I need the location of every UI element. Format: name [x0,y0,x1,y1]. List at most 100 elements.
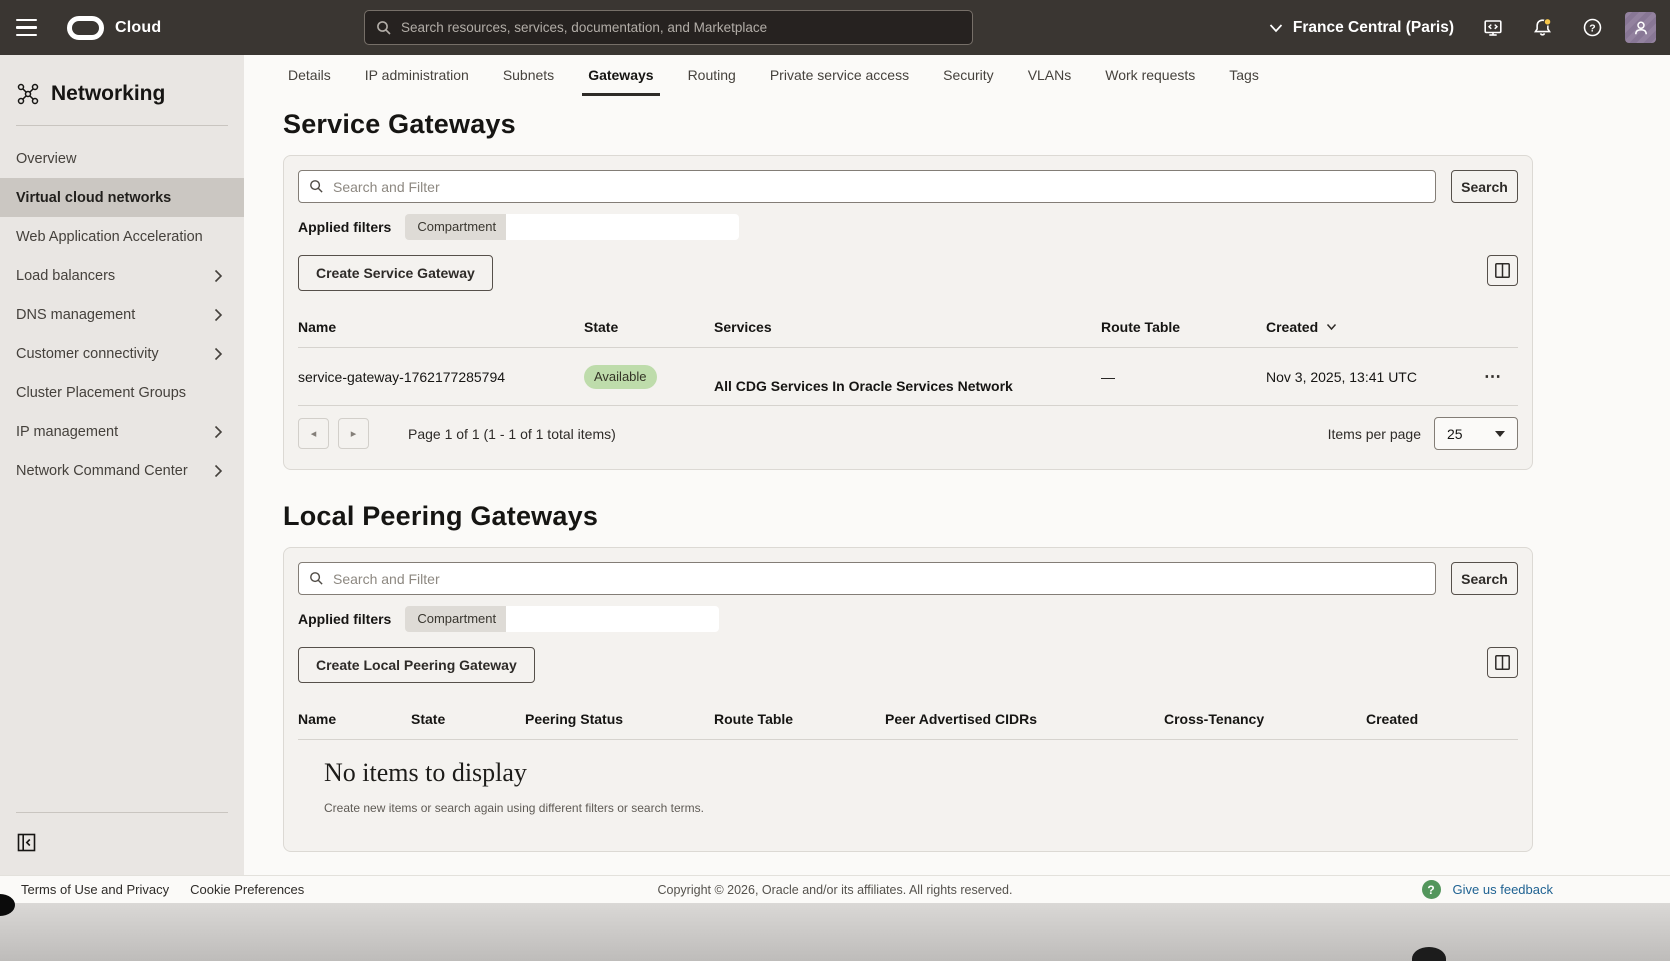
sidebar-item-load-balancers[interactable]: Load balancers [0,256,244,295]
cookie-preferences-link[interactable]: Cookie Preferences [190,882,304,897]
sidebar-item-ip-management[interactable]: IP management [0,412,244,451]
networking-icon [17,83,39,105]
sidebar-title: Networking [0,55,244,106]
region-label: France Central (Paris) [1293,19,1454,37]
global-search[interactable] [364,10,973,45]
sidebar-item-cluster-placement-groups[interactable]: Cluster Placement Groups [0,373,244,412]
sg-search-input[interactable] [333,179,1425,195]
collapse-sidebar-button[interactable] [16,832,37,853]
lpg-col-name: Name [298,711,411,727]
next-page-button[interactable]: ▸ [338,418,369,449]
vcn-tab-bar: Details IP administration Subnets Gatewa… [244,55,1670,96]
sidebar-item-customer-connectivity[interactable]: Customer connectivity [0,334,244,373]
divider [16,125,228,126]
sg-compartment-filter-value [506,214,739,240]
sg-applied-filters-label: Applied filters [298,219,391,235]
product-title: Cloud [115,19,161,37]
sidebar: Networking Overview Virtual cloud networ… [0,55,244,875]
lpg-search-input[interactable] [333,571,1425,587]
lpg-empty-state: No items to display Create new items or … [298,740,1518,815]
previous-page-button[interactable]: ◂ [298,418,329,449]
lpg-col-peer-advertised-cidrs: Peer Advertised CIDRs [885,711,1164,727]
sidebar-item-overview[interactable]: Overview [0,139,244,178]
status-badge-available: Available [584,365,657,389]
lpg-table-header: Name State Peering Status Route Table Pe… [298,701,1518,740]
service-gateways-panel: Search Applied filters Compartment Creat… [283,155,1533,470]
hamburger-menu-icon[interactable] [16,19,40,37]
sg-col-created-sort[interactable]: Created [1266,319,1468,335]
sg-row-route-table: — [1101,369,1266,385]
user-avatar[interactable] [1625,12,1656,43]
lpg-compartment-filter-chip[interactable]: Compartment [405,606,719,632]
help-icon[interactable]: ? [1582,17,1603,38]
columns-icon [1494,654,1511,671]
items-per-page-label: Items per page [1328,426,1421,442]
chevron-right-icon [214,425,223,439]
sidebar-item-network-command-center[interactable]: Network Command Center [0,451,244,490]
sg-compartment-filter-chip[interactable]: Compartment [405,214,739,240]
cloud-shell-icon[interactable] [1483,18,1503,38]
person-icon [1632,19,1650,37]
main-content: Service Gateways Search Applied filters … [244,96,1670,875]
oracle-logo[interactable] [67,16,104,40]
sidebar-item-dns-management[interactable]: DNS management [0,295,244,334]
tab-gateways[interactable]: Gateways [571,55,670,96]
tab-work-requests[interactable]: Work requests [1088,55,1212,96]
lpg-manage-columns-button[interactable] [1487,647,1518,678]
tab-tags[interactable]: Tags [1212,55,1276,96]
service-gateways-table: Name State Services Route Table Created … [298,309,1518,406]
chevron-right-icon [214,269,223,283]
tab-details[interactable]: Details [271,55,348,96]
sg-col-services: Services [714,319,1101,335]
lpg-compartment-filter-value [506,606,719,632]
lpg-col-state: State [411,711,525,727]
sg-pagination: ◂ ▸ Page 1 of 1 (1 - 1 of 1 total items)… [298,417,1518,450]
create-local-peering-gateway-button[interactable]: Create Local Peering Gateway [298,647,535,683]
lpg-search-filter[interactable] [298,562,1436,595]
sg-row-name[interactable]: service-gateway-1762177285794 [298,369,584,385]
chevron-right-icon [214,464,223,478]
local-peering-gateways-title: Local Peering Gateways [283,500,1670,532]
global-search-input[interactable] [401,20,961,35]
sg-manage-columns-button[interactable] [1487,255,1518,286]
feedback-help-icon[interactable]: ? [1422,880,1441,899]
lpg-search-button[interactable]: Search [1451,562,1518,595]
create-service-gateway-button[interactable]: Create Service Gateway [298,255,493,291]
tab-vlans[interactable]: VLANs [1011,55,1089,96]
screen: Cloud France Central (Paris) [0,0,1670,961]
local-peering-gateways-panel: Search Applied filters Compartment Creat… [283,547,1533,852]
chevron-right-icon [214,347,223,361]
page-info: Page 1 of 1 (1 - 1 of 1 total items) [408,426,616,442]
notifications-bell-icon[interactable] [1532,17,1553,38]
tab-security[interactable]: Security [926,55,1011,96]
chevron-right-icon [214,308,223,322]
sg-search-button[interactable]: Search [1451,170,1518,203]
tab-ip-administration[interactable]: IP administration [348,55,486,96]
tab-routing[interactable]: Routing [671,55,753,96]
lpg-col-peering-status: Peering Status [525,711,714,727]
top-header: Cloud France Central (Paris) [0,0,1670,55]
local-peering-gateways-table: Name State Peering Status Route Table Pe… [298,701,1518,815]
sg-search-filter[interactable] [298,170,1436,203]
sidebar-item-virtual-cloud-networks[interactable]: Virtual cloud networks [0,178,244,217]
svg-text:?: ? [1589,22,1595,34]
terms-privacy-link[interactable]: Terms of Use and Privacy [21,882,169,897]
row-actions-menu[interactable]: ⋯ [1484,367,1502,386]
give-feedback-link[interactable]: Give us feedback [1453,882,1553,897]
region-selector[interactable]: France Central (Paris) [1269,19,1454,37]
columns-icon [1494,262,1511,279]
sg-row-created: Nov 3, 2025, 13:41 UTC [1266,369,1468,385]
caret-down-icon [1495,431,1505,437]
sidebar-nav: Overview Virtual cloud networks Web Appl… [0,139,244,490]
service-gateways-title: Service Gateways [283,108,1670,140]
lpg-col-route-table: Route Table [714,711,885,727]
sg-row-services: All CDG Services In Oracle Services Netw… [714,378,1101,394]
sidebar-item-web-application-acceleration[interactable]: Web Application Acceleration [0,217,244,256]
sg-col-state: State [584,319,714,335]
empty-state-title: No items to display [324,758,1518,788]
items-per-page-select[interactable]: 25 [1434,417,1518,450]
sg-table-row[interactable]: service-gateway-1762177285794 Available … [298,348,1518,406]
sort-chevron-down-icon [1326,323,1337,331]
tab-private-service-access[interactable]: Private service access [753,55,926,96]
tab-subnets[interactable]: Subnets [486,55,571,96]
